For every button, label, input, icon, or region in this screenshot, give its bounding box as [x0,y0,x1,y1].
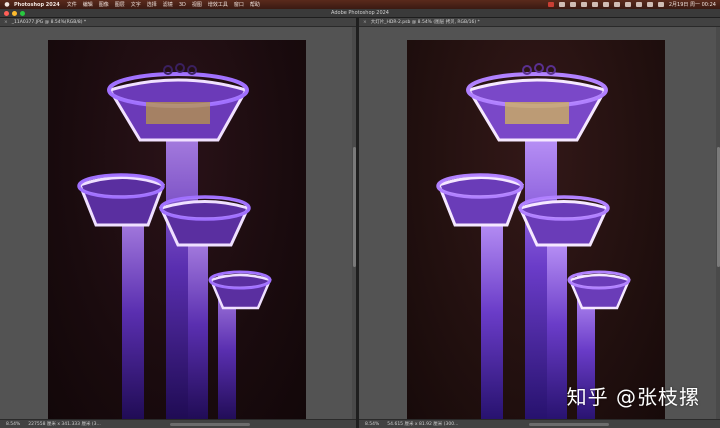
close-tab-icon[interactable]: × [4,20,8,25]
minimize-window-icon[interactable] [12,11,17,16]
left-zoom-level[interactable]: 8.54% [6,422,20,427]
left-canvas[interactable] [0,27,356,425]
window-titlebar: Adobe Photoshop 2024 [0,9,720,18]
right-document-tab[interactable]: × 大灯片_HDR-2.psb @ 8.54% (图层 拷贝, RGB/16) … [359,18,720,27]
right-canvas[interactable] [359,27,720,425]
menu-file[interactable]: 文件 [67,1,77,8]
menu-3d[interactable]: 3D [179,2,186,8]
window-controls [4,11,25,16]
left-document-tab[interactable]: × _11A0377.JPG @ 8.54%(RGB/8) * [0,18,356,27]
control-center-icon[interactable] [657,2,664,7]
wifi-icon[interactable] [635,2,642,7]
menu-filter[interactable]: 滤镜 [163,1,173,8]
left-document-panel: × _11A0377.JPG @ 8.54%(RGB/8) * 8.54% 22… [0,18,356,428]
right-tab-title: 大灯片_HDR-2.psb @ 8.54% (图层 拷贝, RGB/16) * [370,20,480,25]
left-status-bar: 8.54% 227558 厘米 x 341.333 厘米 (3... [0,419,356,428]
clock[interactable]: 2月19日 周一 00:24 [669,1,716,8]
menu-view[interactable]: 视图 [192,1,202,8]
right-document-size[interactable]: 54.615 厘米 x 81.92 厘米 (300... [387,421,458,427]
app-icon[interactable] [613,2,620,7]
app-icon[interactable] [558,2,565,7]
app-icon[interactable] [569,2,576,7]
zhihu-watermark: 知乎 @张枝摞 [566,385,700,409]
battery-icon[interactable] [624,2,631,7]
menu-image[interactable]: 图像 [99,1,109,8]
wechat-icon[interactable] [580,2,587,7]
menu-type[interactable]: 文字 [131,1,141,8]
menu-app-name[interactable]: Photoshop 2024 [14,2,60,8]
search-icon[interactable] [646,2,653,7]
adobe-cc-icon[interactable] [547,2,554,7]
left-document-size[interactable]: 227558 厘米 x 341.333 厘米 (3... [28,421,101,427]
right-zoom-level[interactable]: 8.54% [365,422,379,427]
window-title: Adobe Photoshop 2024 [331,10,389,16]
apple-icon[interactable]: ● [0,1,14,8]
menu-layer[interactable]: 图层 [115,1,125,8]
close-tab-icon[interactable]: × [363,20,367,25]
menu-help[interactable]: 帮助 [250,1,260,8]
app-icon[interactable] [602,2,609,7]
left-photo-tower [48,40,306,425]
right-vertical-scrollbar[interactable] [716,27,720,419]
menu-edit[interactable]: 编辑 [83,1,93,8]
menu-select[interactable]: 选择 [147,1,157,8]
menu-bar: ● Photoshop 2024 文件 编辑 图像 图层 文字 选择 滤镜 3D… [0,0,720,9]
fullscreen-window-icon[interactable] [20,11,25,16]
right-photo-tower [407,40,665,425]
menu-plugins[interactable]: 增效工具 [208,1,228,8]
scroll-thumb[interactable] [716,147,720,267]
status-area: 2月19日 周一 00:24 [547,0,716,9]
close-window-icon[interactable] [4,11,9,16]
left-tab-title: _11A0377.JPG @ 8.54%(RGB/8) * [11,19,87,25]
menu-window[interactable]: 窗口 [234,1,244,8]
left-horizontal-scrollbar[interactable] [170,423,250,426]
right-horizontal-scrollbar[interactable] [529,423,609,426]
right-document-panel: × 大灯片_HDR-2.psb @ 8.54% (图层 拷贝, RGB/16) … [359,18,720,428]
right-status-bar: 8.54% 54.615 厘米 x 81.92 厘米 (300... [359,419,720,428]
app-icon[interactable] [591,2,598,7]
